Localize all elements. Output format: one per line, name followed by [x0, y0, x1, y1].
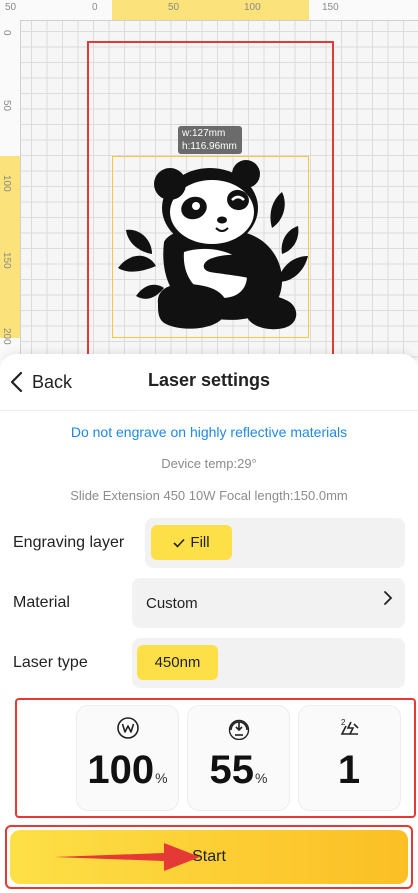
- ruler-top-label: 50: [168, 2, 180, 13]
- passes-icon: 2: [340, 718, 359, 735]
- material-value: Custom: [146, 594, 198, 612]
- svg-text:2: 2: [341, 718, 346, 727]
- size-height-text: h:116.96mm: [182, 141, 237, 152]
- laser-type-label: Laser type: [13, 654, 88, 671]
- fill-layer-label: Fill: [190, 534, 210, 551]
- material-label: Material: [13, 594, 70, 611]
- size-tooltip: w:127mm h:116.96mm: [178, 126, 242, 154]
- ruler-left-label: 50: [1, 100, 12, 112]
- ruler-left-label: 100: [1, 175, 12, 192]
- design-canvas[interactable]: 50 0 50 100 150 0 50 100 150 200 w:127mm…: [0, 0, 418, 360]
- laser-type-chip[interactable]: 450nm: [137, 645, 218, 680]
- engraving-layer-label: Engraving layer: [13, 534, 125, 551]
- speed-value: 55: [209, 748, 255, 792]
- speed-gauge-icon: [228, 719, 249, 740]
- ruler-top-label: 100: [244, 2, 261, 13]
- reflective-warning-link[interactable]: Do not engrave on highly reflective mate…: [0, 424, 418, 440]
- size-width-text: w:127mm: [182, 128, 226, 139]
- ruler-top-label: 150: [322, 2, 339, 13]
- check-icon: [173, 538, 185, 548]
- laser-type-value: 450nm: [154, 654, 201, 671]
- device-info-text: Slide Extension 450 10W Focal length:150…: [70, 488, 348, 503]
- power-w-icon: [116, 717, 139, 739]
- ruler-top-label: 0: [92, 2, 98, 13]
- ruler-left: 0 50 100 150 200: [0, 20, 21, 360]
- chevron-right-icon: [384, 591, 393, 605]
- power-param[interactable]: 100%: [76, 705, 179, 811]
- page-title: Laser settings: [147, 370, 271, 390]
- power-value: 100: [87, 748, 155, 792]
- laser-settings-sheet: Back Laser settings Do not engrave on hi…: [0, 354, 418, 893]
- power-unit: %: [155, 770, 168, 786]
- red-arrow-annotation: [54, 843, 200, 871]
- ruler-left-label: 0: [1, 30, 12, 36]
- fill-layer-chip[interactable]: Fill: [151, 525, 232, 560]
- device-temp-text: Device temp:29°: [161, 456, 257, 471]
- ruler-top-selection-highlight: [112, 0, 309, 20]
- speed-param[interactable]: 55%: [187, 705, 290, 811]
- ruler-left-label: 150: [1, 252, 12, 269]
- passes-param[interactable]: 2 1: [298, 705, 401, 811]
- ruler-left-label: 200: [1, 328, 12, 345]
- sheet-header: Back Laser settings: [0, 354, 418, 411]
- passes-value: 1: [337, 748, 361, 792]
- ruler-top: 50 0 50 100 150: [0, 0, 418, 21]
- ruler-top-label: 50: [5, 2, 17, 13]
- speed-unit: %: [255, 770, 268, 786]
- material-select[interactable]: Custom: [132, 578, 405, 628]
- panda-design-image[interactable]: [112, 156, 309, 338]
